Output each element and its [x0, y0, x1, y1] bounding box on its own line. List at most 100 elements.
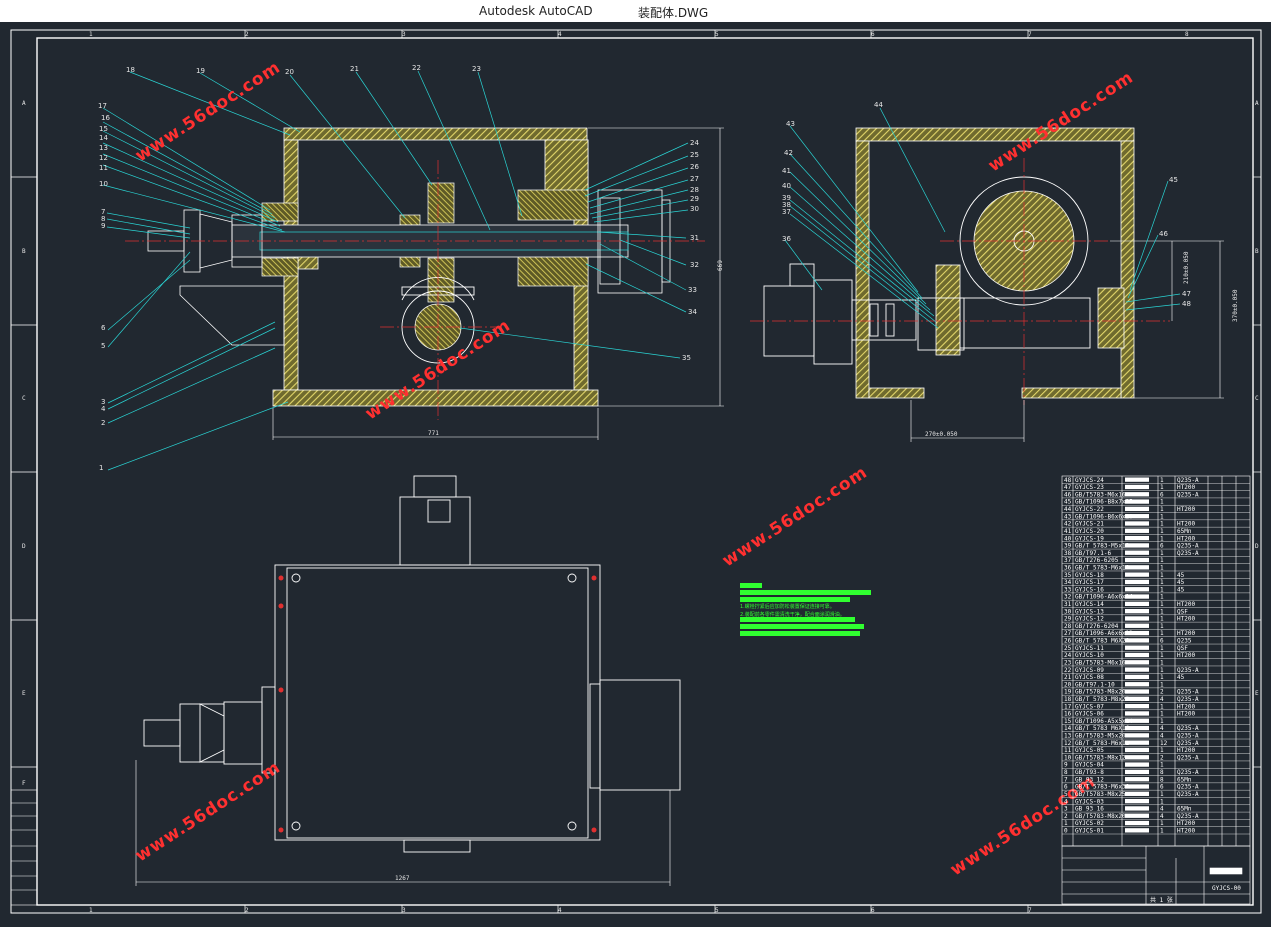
bom-cell: 21	[1064, 674, 1072, 681]
bom-cell: GB/T97.1-10	[1075, 681, 1115, 688]
dim-plan-width: 1267	[395, 875, 410, 882]
callout: 31	[690, 234, 699, 242]
bom-cell: 6	[1064, 784, 1068, 791]
bom-cell: Q235-A	[1177, 491, 1199, 498]
bom-cell: 1	[1160, 601, 1164, 608]
bom-name-block	[1125, 609, 1149, 614]
bom-cell: 45	[1177, 579, 1185, 586]
callout: 35	[682, 354, 691, 362]
bom-cell: 12	[1064, 740, 1072, 747]
bom-name-block	[1125, 740, 1149, 745]
bom-cell: 1	[1160, 659, 1164, 666]
bom-cell: 1	[1160, 791, 1164, 798]
row-label: B	[1255, 248, 1259, 255]
bom-cell: 4	[1160, 806, 1164, 813]
bom-cell: 34	[1064, 579, 1072, 586]
bom-cell: 1	[1160, 557, 1164, 564]
front-section-view[interactable]: 771 669	[125, 127, 724, 440]
bom-cell: GB/T 5783-M6x10	[1075, 564, 1130, 571]
bom-cell: 20	[1064, 681, 1072, 688]
bom-cell: 10	[1064, 754, 1072, 761]
bom-cell: 1	[1160, 594, 1164, 601]
callout: 29	[690, 195, 699, 203]
bom-cell: 1	[1160, 667, 1164, 674]
bom-cell: HT200	[1177, 521, 1195, 528]
row-label: D	[1255, 543, 1259, 550]
bom-cell: GYJCS-13	[1075, 608, 1104, 615]
drawing-svg[interactable]: 1 2 3 4 5 6 7 8 1 2 3 4 5 6 7 A B C D E …	[0, 22, 1271, 927]
bom-cell: 1	[1160, 499, 1164, 506]
callout: 18	[126, 66, 135, 74]
bom-name-block	[1125, 747, 1149, 753]
bom-name-block	[1125, 784, 1149, 789]
note-line: 1.螺栓拧紧后应加防松装置保证连接可靠。	[740, 603, 835, 610]
bom-name-block	[1125, 543, 1149, 548]
bom-cell: HT200	[1177, 616, 1195, 623]
bom-name-block	[1125, 762, 1149, 767]
bom-cell: GYJCS-22	[1075, 506, 1104, 513]
bom-cell: GYJCS-06	[1075, 711, 1104, 718]
bom-cell: GYJCS-19	[1075, 535, 1104, 542]
col-label: 3	[402, 31, 406, 38]
bom-cell: HT200	[1177, 820, 1195, 827]
bom-cell: GB/T5783-M5x20	[1075, 733, 1126, 740]
callout: 6	[101, 324, 106, 332]
plan-view[interactable]	[135, 475, 681, 886]
bom-cell: GB/T5783-M8x20	[1075, 689, 1126, 696]
bom-name-block	[1125, 777, 1149, 782]
bom-cell: 1	[1160, 572, 1164, 579]
bom-cell: 39	[1064, 543, 1072, 550]
bom-cell: GB/T276-6205	[1075, 557, 1119, 564]
bom-cell: 32	[1064, 594, 1072, 601]
bom-cell: 2	[1160, 754, 1164, 761]
col-label: 8	[1185, 31, 1189, 38]
bom-cell: 9	[1064, 762, 1068, 769]
bom-cell: 43	[1064, 513, 1072, 520]
bom-cell: GYJCS-18	[1075, 572, 1104, 579]
bom-cell: 45	[1177, 586, 1185, 593]
bom-cell: 17	[1064, 703, 1072, 710]
callout: 32	[690, 261, 699, 269]
bom-cell: 1	[1160, 630, 1164, 637]
callout: 47	[1182, 290, 1191, 298]
callout: 11	[99, 164, 108, 172]
bom-name-block	[1125, 572, 1149, 577]
bom-cell: Q235-A	[1177, 725, 1199, 732]
bom-cell: 0	[1064, 828, 1068, 835]
bom-name-block	[1125, 733, 1149, 738]
bom-cell: GB/T5783-M6x16	[1075, 659, 1126, 666]
bom-cell: GYJCS-08	[1075, 674, 1104, 681]
bom-cell: GYJCS-02	[1075, 820, 1104, 827]
bom-cell: 7	[1064, 776, 1068, 783]
callout: 5	[101, 342, 105, 350]
bom-cell: 1	[1160, 798, 1164, 805]
row-label: C	[1255, 395, 1259, 402]
bom-cell: 6	[1160, 638, 1164, 645]
bom-name-block	[1125, 660, 1149, 665]
bom-name-block	[1125, 484, 1149, 490]
bom-name-block	[1125, 492, 1149, 497]
callout: 48	[1182, 300, 1191, 308]
callout: 37	[782, 208, 791, 216]
col-label: 2	[245, 907, 249, 914]
bom-cell: 36	[1064, 564, 1072, 571]
bom-name-block	[1125, 791, 1149, 796]
file-name: 装配体.DWG	[638, 6, 709, 20]
col-label: 4	[558, 31, 562, 38]
bom-cell: 1	[1160, 681, 1164, 688]
col-label: 5	[715, 907, 719, 914]
callout: 22	[412, 64, 421, 72]
row-label: E	[1255, 690, 1259, 697]
bom-cell: 1	[1160, 484, 1164, 491]
app-title: Autodesk AutoCAD	[479, 4, 593, 18]
callout: 23	[472, 65, 481, 73]
bom-cell: 13	[1064, 733, 1072, 740]
bom-cell: QSF	[1177, 608, 1188, 615]
bom-name-block	[1125, 601, 1149, 607]
callout: 20	[285, 68, 294, 76]
drawing-canvas[interactable]: 1 2 3 4 5 6 7 8 1 2 3 4 5 6 7 A B C D E …	[0, 22, 1271, 927]
callout: 2	[101, 419, 105, 427]
callout: 26	[690, 163, 699, 171]
bom-cell: GB/T1096-B6x6x20	[1075, 513, 1133, 520]
bom-cell: 3	[1064, 806, 1068, 813]
